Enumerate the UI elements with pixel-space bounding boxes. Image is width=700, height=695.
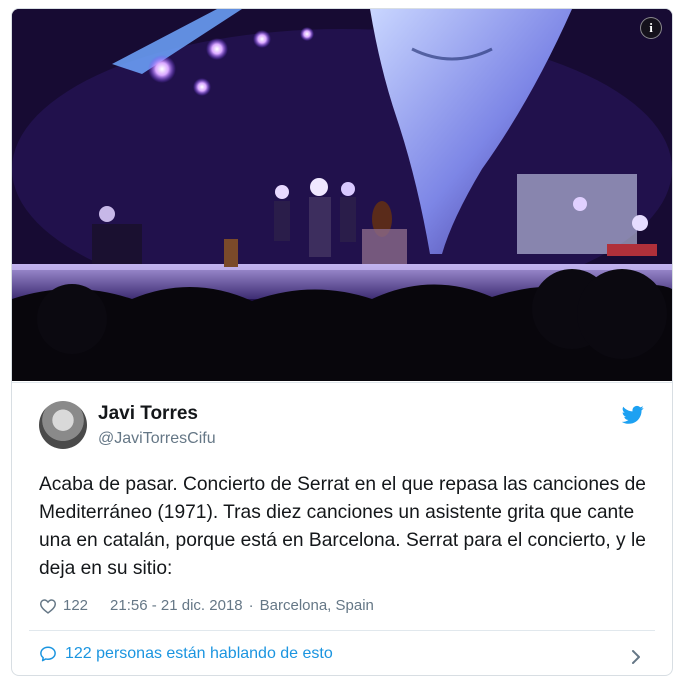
speech-bubble-icon bbox=[40, 646, 56, 662]
author-handle[interactable]: @JaviTorresCifu bbox=[98, 430, 216, 448]
tweet-photo[interactable]: i bbox=[12, 9, 672, 381]
conversation-label[interactable]: 122 personas están hablando de esto bbox=[65, 645, 333, 663]
chevron-right-icon[interactable] bbox=[630, 649, 642, 665]
tweet-timestamp[interactable]: 21:56 - 21 dic. 2018 bbox=[110, 597, 243, 614]
author-name[interactable]: Javi Torres bbox=[98, 403, 198, 425]
info-icon[interactable]: i bbox=[640, 17, 662, 39]
concert-stage-image bbox=[12, 9, 672, 381]
tweet-body: Javi Torres @JaviTorresCifu Acaba de pas… bbox=[12, 382, 672, 675]
tweet-text: Acaba de pasar. Concierto de Serrat en e… bbox=[39, 474, 646, 579]
divider bbox=[29, 630, 655, 631]
meta-separator: · bbox=[248, 597, 254, 614]
tweet-meta: 122 21:56 - 21 dic. 2018 · Barcelona, Sp… bbox=[39, 597, 374, 614]
embedded-tweet-card[interactable]: i Javi Torres @JaviTorresCifu Acaba de p… bbox=[11, 8, 673, 676]
tweet-location[interactable]: Barcelona, Spain bbox=[260, 597, 374, 614]
conversation-link[interactable]: 122 personas están hablando de esto bbox=[39, 645, 333, 663]
like-count[interactable]: 122 bbox=[63, 597, 88, 614]
avatar[interactable] bbox=[39, 401, 87, 449]
twitter-bird-icon[interactable] bbox=[622, 405, 644, 425]
heart-icon[interactable] bbox=[39, 598, 57, 614]
